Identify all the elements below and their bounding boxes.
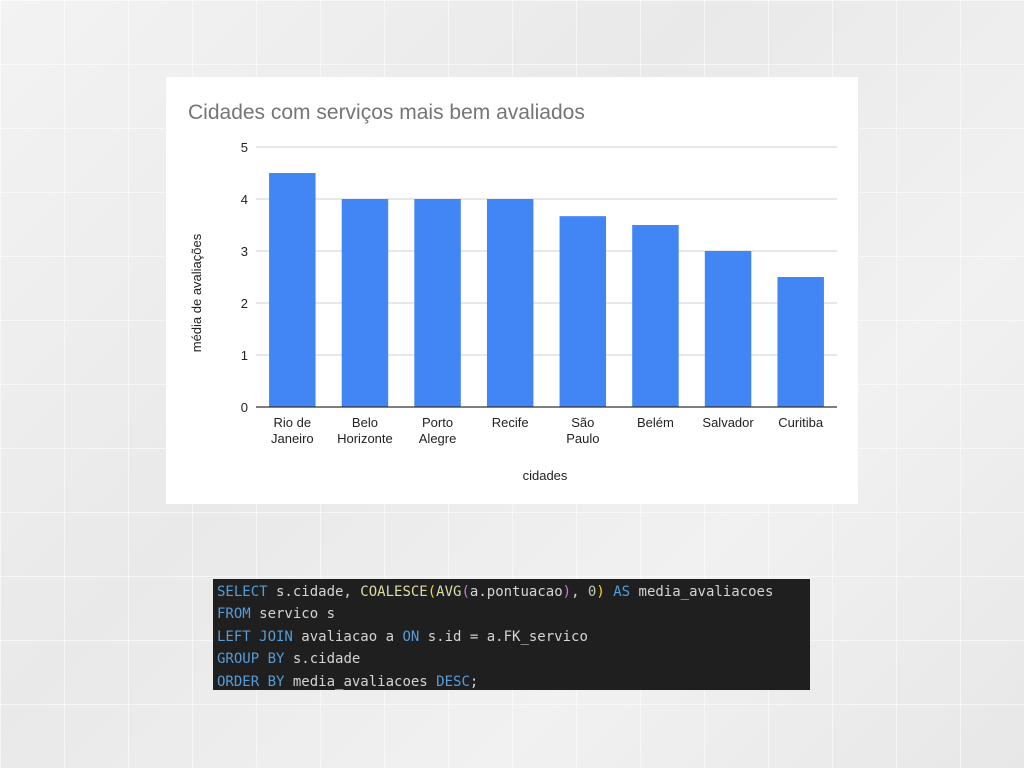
code-token: avaliacao a: [292, 628, 403, 645]
y-tick-label: 0: [241, 400, 248, 415]
code-token: ;: [469, 673, 479, 690]
x-tick-label: Porto: [422, 415, 453, 430]
bar-4: [559, 216, 607, 407]
x-tick-label: Recife: [492, 415, 529, 430]
x-axis-label: cidades: [523, 468, 568, 483]
code-token: AVG: [436, 584, 462, 600]
bar-3: [486, 199, 534, 407]
code-token: (: [461, 584, 470, 600]
code-token: COALESCE: [360, 584, 428, 600]
code-token: (: [427, 584, 437, 600]
y-axis-label: média de avaliações: [189, 233, 204, 352]
x-tick-label: Janeiro: [271, 431, 314, 446]
code-line: GROUP BY s.cidade: [217, 648, 810, 670]
code-token: ): [562, 584, 572, 600]
code-token: SELECT: [217, 584, 268, 600]
code-token: ORDER BY: [217, 673, 285, 690]
chart-title: Cidades com serviços mais bem avaliados: [188, 101, 585, 124]
x-tick-label: Belo: [352, 415, 378, 430]
code-token: s.cidade: [284, 651, 361, 668]
chart-card: Cidades com serviços mais bem avaliados …: [166, 77, 858, 504]
x-tick-label: São: [571, 415, 594, 430]
sql-code-block: SELECT s.cidade, COALESCE(AVG(a.pontuaca…: [213, 579, 810, 690]
bar-2: [414, 199, 461, 407]
y-tick-label: 1: [241, 348, 248, 363]
bar-5: [632, 225, 679, 407]
y-tick-label: 2: [241, 296, 248, 311]
code-token: media_avaliacoes: [284, 673, 437, 690]
code-token: ): [596, 584, 605, 600]
bar-0: [269, 173, 316, 407]
x-tick-label: Alegre: [419, 431, 457, 446]
code-line: ORDER BY media_avaliacoes DESC;: [217, 671, 810, 690]
code-line: LEFT JOIN avaliacao a ON s.id = a.FK_ser…: [217, 626, 810, 648]
code-token: LEFT JOIN: [217, 628, 293, 645]
code-token: GROUP BY: [217, 651, 285, 668]
code-line: SELECT s.cidade, COALESCE(AVG(a.pontuaca…: [217, 581, 810, 603]
bar-1: [341, 199, 389, 407]
y-tick-label: 4: [241, 192, 248, 207]
code-token: s.id = a.FK_servico: [419, 628, 588, 645]
x-tick-label: Curitiba: [778, 415, 824, 430]
y-tick-label: 5: [241, 140, 248, 155]
code-token: FROM: [217, 606, 251, 623]
x-tick-label: Horizonte: [337, 431, 393, 446]
code-line: FROM servico s: [217, 603, 810, 625]
bar-chart: Cidades com serviços mais bem avaliados …: [188, 101, 837, 483]
code-token: ON: [402, 628, 420, 645]
code-token: servico s: [250, 606, 336, 623]
x-tick-label: Paulo: [566, 431, 599, 446]
bar-7: [777, 277, 824, 407]
code-token: s.cidade,: [267, 584, 361, 600]
code-token: media_avaliacoes: [630, 584, 774, 600]
x-tick-label: Belém: [637, 415, 674, 430]
x-tick-label: Salvador: [702, 415, 754, 430]
code-token: ,: [571, 584, 588, 600]
x-tick-label: Rio de: [274, 415, 312, 430]
code-token: AS: [613, 584, 631, 600]
bar-6: [704, 251, 752, 407]
bars: [269, 173, 824, 407]
code-token: DESC: [436, 673, 470, 690]
code-token: a.pontuacao: [469, 584, 563, 600]
y-tick-label: 3: [241, 244, 248, 259]
